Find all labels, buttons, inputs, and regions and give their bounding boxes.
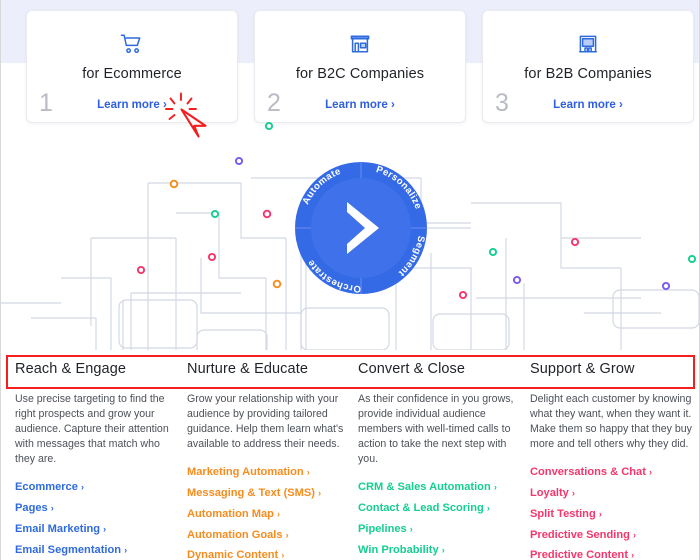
feature-link[interactable]: Pages › bbox=[15, 498, 187, 519]
chevron-right-icon: › bbox=[80, 482, 84, 493]
feature-link[interactable]: Email Segmentation › bbox=[15, 540, 187, 560]
column-nurture-and-educate: Nurture & Educate Grow your relationship… bbox=[187, 358, 359, 560]
feature-link-label: Contact & Lead Scoring bbox=[358, 501, 487, 514]
feature-link-label: Conversations & Chat bbox=[530, 466, 649, 479]
chevron-right-icon: › bbox=[598, 508, 602, 519]
feature-link[interactable]: Messaging & Text (SMS) › bbox=[187, 483, 359, 504]
feature-link[interactable]: Contact & Lead Scoring › bbox=[358, 498, 530, 519]
feature-link[interactable]: Automation Goals › bbox=[187, 525, 359, 546]
chevron-right-icon: › bbox=[318, 487, 322, 498]
card-title: for Ecommerce bbox=[82, 66, 182, 82]
feature-link-label: Predictive Content bbox=[530, 549, 632, 560]
column-link-list: Ecommerce › Pages › Email Marketing › Email… bbox=[15, 477, 187, 560]
chevron-right-icon: › bbox=[276, 508, 280, 519]
feature-link-label: Automation Goals bbox=[187, 528, 286, 541]
feature-link-label: Dynamic Content bbox=[187, 549, 282, 560]
feature-link-label: CRM & Sales Automation bbox=[358, 481, 494, 494]
column-convert-and-close: Convert & Close As their confidence in y… bbox=[358, 358, 530, 560]
chevron-right-icon: › bbox=[281, 550, 285, 560]
feature-link[interactable]: Ecommerce › bbox=[15, 477, 187, 498]
feature-link-label: Pipelines bbox=[358, 522, 410, 535]
chevron-right-icon: › bbox=[409, 523, 413, 534]
column-heading: Convert & Close bbox=[358, 361, 466, 377]
column-reach-and-engage: Reach & Engage Use precise targeting to … bbox=[15, 358, 187, 560]
feature-link[interactable]: Dynamic Content › bbox=[187, 545, 359, 560]
card-title: for B2C Companies bbox=[295, 66, 425, 82]
column-heading: Nurture & Educate bbox=[187, 361, 308, 377]
feature-link-label: Email Marketing bbox=[15, 522, 104, 535]
feature-link-label: Ecommerce bbox=[15, 481, 81, 494]
chevron-right-icon: › bbox=[285, 529, 289, 540]
column-support-and-grow: Support & Grow Delight each customer by … bbox=[530, 358, 699, 560]
feature-link[interactable]: Split Testing › bbox=[530, 504, 699, 525]
column-description: As their confidence in you grows, provid… bbox=[358, 393, 514, 466]
feature-link-label: Loyalty bbox=[530, 486, 572, 499]
office-building-icon bbox=[483, 33, 693, 55]
feature-columns: Reach & Engage Use precise targeting to … bbox=[1, 358, 699, 560]
chevron-right-icon: › bbox=[124, 544, 128, 555]
chevron-right-icon: › bbox=[103, 523, 107, 534]
chevron-right-icon: › bbox=[648, 467, 652, 478]
column-link-list: Marketing Automation › Messaging & Text (… bbox=[187, 462, 359, 560]
audience-cards-row: for Ecommerce 1 Learn more › for B2C Com… bbox=[1, 10, 699, 138]
column-description: Use precise targeting to find the right … bbox=[15, 393, 169, 466]
chevron-right-icon: › bbox=[50, 502, 54, 513]
card-b2b[interactable]: for B2B Companies 3 Learn more › bbox=[482, 10, 694, 123]
card-b2c[interactable]: for B2C Companies 2 Learn more › bbox=[254, 10, 466, 123]
card-title: for B2B Companies bbox=[524, 66, 652, 82]
feature-link-label: Automation Map bbox=[187, 507, 277, 520]
column-description: Grow your relationship with your audienc… bbox=[187, 393, 344, 451]
chevron-right-icon: › bbox=[486, 502, 490, 513]
column-heading: Support & Grow bbox=[530, 361, 635, 377]
feature-link-label: Predictive Sending bbox=[530, 528, 633, 541]
chevron-right-icon: › bbox=[306, 467, 310, 478]
chevron-right-icon: › bbox=[493, 482, 497, 493]
chevron-right-icon: › bbox=[441, 544, 445, 555]
chevron-right-icon: › bbox=[631, 550, 635, 560]
storefront-icon bbox=[255, 33, 465, 55]
feature-link[interactable]: Automation Map › bbox=[187, 504, 359, 525]
feature-link-label: Pages bbox=[15, 501, 51, 514]
feature-link[interactable]: Pipelines › bbox=[358, 519, 530, 540]
feature-link-label: Marketing Automation bbox=[187, 466, 307, 479]
shopping-cart-icon bbox=[27, 33, 237, 55]
page-frame: for Ecommerce 1 Learn more › for B2C Com… bbox=[0, 0, 700, 560]
hero-network-graphic: Personalize Segment Orchestrate Automate bbox=[1, 118, 699, 350]
chevron-right-icon: › bbox=[632, 529, 636, 540]
feature-link-label: Win Probability bbox=[358, 543, 442, 556]
feature-link[interactable]: Win Probability › bbox=[358, 540, 530, 560]
chevron-right-icon: › bbox=[571, 487, 575, 498]
feature-link[interactable]: CRM & Sales Automation › bbox=[358, 477, 530, 498]
feature-link-label: Split Testing bbox=[530, 507, 599, 520]
feature-link[interactable]: Marketing Automation › bbox=[187, 462, 359, 483]
feature-link[interactable]: Predictive Content › bbox=[530, 545, 699, 560]
feature-link[interactable]: Loyalty › bbox=[530, 483, 699, 504]
column-link-list: CRM & Sales Automation › Contact & Lead S… bbox=[358, 477, 530, 560]
column-link-list: Conversations & Chat › Loyalty › Split Tes… bbox=[530, 462, 699, 560]
feature-link[interactable]: Email Marketing › bbox=[15, 519, 187, 540]
column-heading: Reach & Engage bbox=[15, 361, 127, 377]
feature-link-label: Email Segmentation bbox=[15, 543, 125, 556]
card-ecommerce[interactable]: for Ecommerce 1 Learn more › bbox=[26, 10, 238, 123]
learn-more-link-b2c[interactable]: Learn more › bbox=[255, 99, 465, 111]
feature-link[interactable]: Conversations & Chat › bbox=[530, 462, 699, 483]
feature-link[interactable]: Predictive Sending › bbox=[530, 525, 699, 546]
learn-more-link-b2b[interactable]: Learn more › bbox=[483, 99, 693, 111]
hub-circle: Personalize Segment Orchestrate Automate bbox=[295, 162, 427, 294]
feature-link-label: Messaging & Text (SMS) bbox=[187, 486, 319, 499]
column-description: Delight each customer by knowing what th… bbox=[530, 393, 692, 451]
learn-more-link-ecommerce[interactable]: Learn more › bbox=[27, 99, 237, 111]
